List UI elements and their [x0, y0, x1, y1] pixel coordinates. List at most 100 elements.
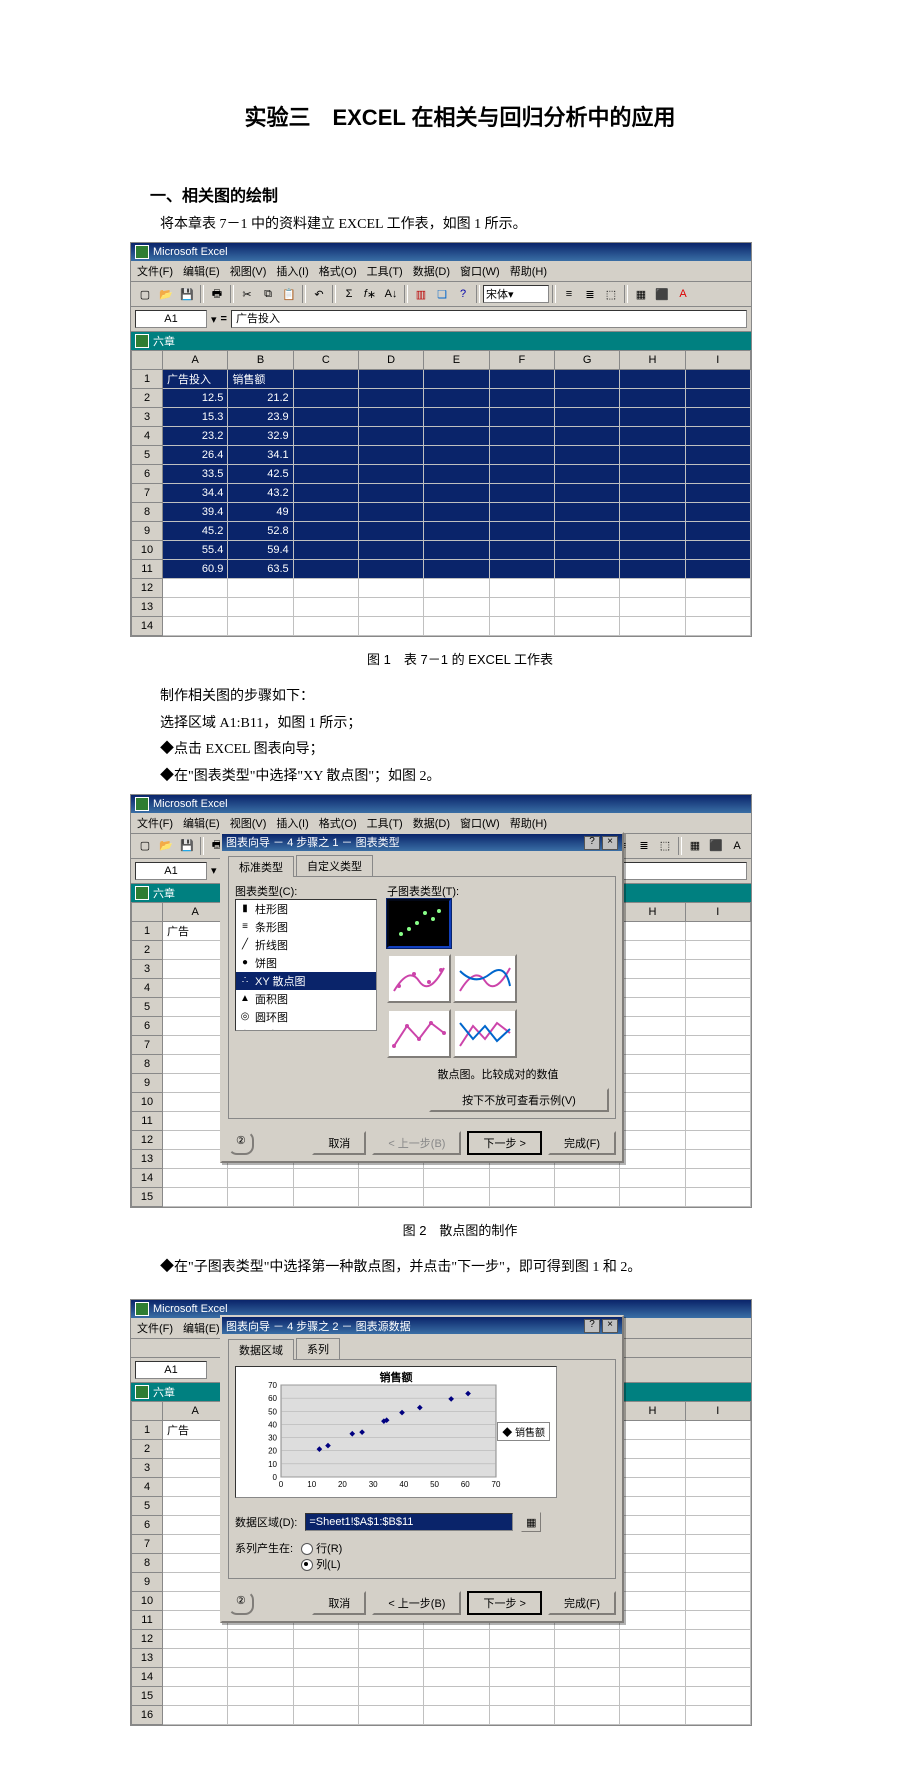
cell[interactable]	[685, 1149, 750, 1168]
cell[interactable]	[228, 617, 293, 636]
col-header[interactable]: E	[424, 351, 489, 370]
cell[interactable]	[163, 1668, 228, 1687]
cell[interactable]	[424, 522, 489, 541]
cell[interactable]	[685, 1535, 750, 1554]
cell[interactable]	[163, 1478, 228, 1497]
cell[interactable]	[358, 465, 423, 484]
row-header[interactable]: 2	[132, 1440, 163, 1459]
cell[interactable]	[489, 1649, 554, 1668]
cell[interactable]	[293, 484, 358, 503]
cell[interactable]	[620, 978, 685, 997]
worksheet-grid[interactable]: ABCDEFGHI1广告投入销售额212.521.2315.323.9423.2…	[131, 350, 751, 636]
chart-type-option[interactable]: ≡条形图	[236, 918, 376, 936]
cell[interactable]	[685, 1073, 750, 1092]
cell[interactable]	[685, 484, 750, 503]
cell[interactable]	[685, 978, 750, 997]
row-header[interactable]: 1	[132, 370, 163, 389]
cell[interactable]	[554, 541, 619, 560]
cell[interactable]	[163, 1516, 228, 1535]
cell[interactable]	[620, 1073, 685, 1092]
cell[interactable]	[620, 1611, 685, 1630]
cell[interactable]	[554, 408, 619, 427]
cell[interactable]	[293, 1187, 358, 1206]
cell[interactable]	[620, 598, 685, 617]
cell[interactable]	[358, 560, 423, 579]
cell[interactable]	[424, 465, 489, 484]
cell[interactable]	[554, 522, 619, 541]
cell[interactable]	[489, 484, 554, 503]
cell[interactable]	[620, 446, 685, 465]
cell[interactable]	[358, 446, 423, 465]
cell[interactable]	[685, 1611, 750, 1630]
scatter-subtype-2[interactable]	[387, 954, 451, 1003]
menu-item[interactable]: 格式(O)	[319, 815, 357, 831]
cell[interactable]	[163, 978, 228, 997]
cell[interactable]	[358, 1630, 423, 1649]
col-header[interactable]: C	[293, 351, 358, 370]
cell[interactable]	[489, 427, 554, 446]
cell[interactable]: 45.2	[163, 522, 228, 541]
standard-toolbar[interactable]: ▢ 📂 💾 🖶 ✂ ⧉ 📋 ↶ Σ f∗ A↓ ▥ ❏ ? 宋体 ▾ ≡ ≣ ⬚	[131, 282, 751, 307]
row-header[interactable]: 1	[132, 921, 163, 940]
new-icon[interactable]: ▢	[135, 836, 155, 856]
row-header[interactable]: 9	[132, 1573, 163, 1592]
cell[interactable]	[358, 370, 423, 389]
menu-item[interactable]: 插入(I)	[276, 815, 308, 831]
row-header[interactable]: 4	[132, 1478, 163, 1497]
cell[interactable]	[163, 1073, 228, 1092]
tab-standard-types[interactable]: 标准类型	[228, 856, 294, 877]
help-button[interactable]: ②	[228, 1591, 254, 1615]
next-button[interactable]: 下一步 >	[467, 1131, 541, 1155]
cell[interactable]	[685, 1497, 750, 1516]
cell[interactable]	[554, 1687, 619, 1706]
help-icon[interactable]: ?	[584, 1319, 600, 1333]
cell[interactable]	[554, 598, 619, 617]
cell[interactable]	[293, 541, 358, 560]
row-header[interactable]: 9	[132, 522, 163, 541]
cell[interactable]	[620, 959, 685, 978]
cell[interactable]	[228, 1706, 293, 1725]
cell[interactable]	[620, 1668, 685, 1687]
cell[interactable]	[293, 427, 358, 446]
chart-type-listbox[interactable]: ▮柱形图≡条形图╱折线图●饼图∴XY 散点图▲面积图◎圆环图✳雷达图◕曲面图○气…	[235, 899, 377, 1031]
row-header[interactable]: 5	[132, 997, 163, 1016]
cell[interactable]	[554, 1187, 619, 1206]
data-range-input[interactable]: =Sheet1!$A$1:$B$11	[305, 1513, 513, 1531]
cell[interactable]	[554, 389, 619, 408]
cell[interactable]	[685, 1421, 750, 1440]
cell[interactable]	[293, 370, 358, 389]
cell[interactable]	[293, 503, 358, 522]
cell[interactable]	[685, 1630, 750, 1649]
cell[interactable]: 26.4	[163, 446, 228, 465]
row-header[interactable]: 2	[132, 389, 163, 408]
cell[interactable]	[554, 427, 619, 446]
menu-bar[interactable]: 文件(F)编辑(E)视图(V)插入(I)格式(O)工具(T)数据(D)窗口(W)…	[131, 261, 751, 282]
align-left-icon[interactable]: ≡	[559, 284, 579, 304]
cell[interactable]	[489, 1168, 554, 1187]
cell[interactable]	[554, 579, 619, 598]
cell[interactable]	[685, 1592, 750, 1611]
cell[interactable]	[685, 1516, 750, 1535]
cell[interactable]	[620, 1573, 685, 1592]
menu-item[interactable]: 编辑(E)	[183, 1320, 220, 1336]
cell[interactable]	[293, 598, 358, 617]
row-header[interactable]: 3	[132, 408, 163, 427]
cell[interactable]	[685, 389, 750, 408]
font-color-icon[interactable]: A	[673, 284, 693, 304]
cell[interactable]	[685, 1668, 750, 1687]
cell[interactable]	[163, 1130, 228, 1149]
scatter-subtype-4[interactable]	[387, 1009, 451, 1058]
cell[interactable]	[620, 1478, 685, 1497]
menu-item[interactable]: 文件(F)	[137, 263, 173, 279]
cell[interactable]: 59.4	[228, 541, 293, 560]
cell[interactable]	[489, 446, 554, 465]
menu-item[interactable]: 工具(T)	[367, 263, 403, 279]
cell[interactable]: 42.5	[228, 465, 293, 484]
cell[interactable]	[424, 1187, 489, 1206]
cell[interactable]: 39.4	[163, 503, 228, 522]
close-icon[interactable]: ×	[602, 836, 618, 850]
row-header[interactable]: 7	[132, 1035, 163, 1054]
cell[interactable]: 33.5	[163, 465, 228, 484]
cell[interactable]	[424, 503, 489, 522]
chart-type-option[interactable]: ✳雷达图	[236, 1026, 376, 1031]
